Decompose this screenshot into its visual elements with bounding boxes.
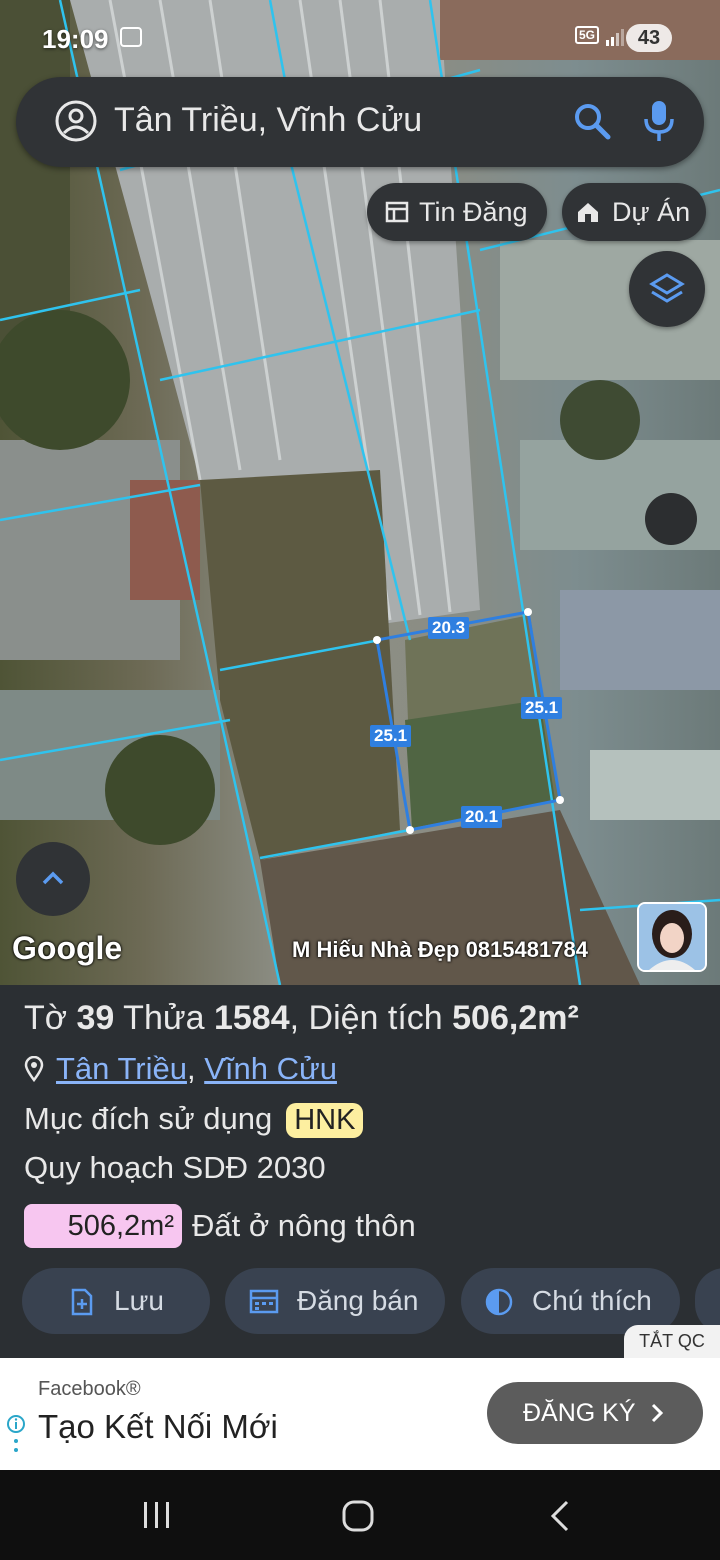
plan-type-label: Đất ở nông thôn <box>192 1208 416 1243</box>
sheet-number: 39 <box>76 999 115 1037</box>
layers-button[interactable] <box>629 251 705 327</box>
chevron-up-icon <box>42 871 64 885</box>
commune-link[interactable]: Tân Triều <box>56 1051 187 1086</box>
sheet-prefix: Tờ <box>24 999 77 1037</box>
status-time: 19:09 <box>42 24 109 54</box>
save-label: Lưu <box>114 1285 164 1316</box>
account-icon[interactable] <box>54 99 98 143</box>
location-line: Tân Triều, Vĩnh Cửu <box>24 1051 337 1087</box>
plan-label: Quy hoạch SDĐ 2030 <box>24 1150 326 1185</box>
purpose-label: Mục đích sử dụng <box>24 1101 273 1136</box>
screenshot-icon <box>120 27 142 47</box>
signal-icon <box>606 29 624 46</box>
ad-banner[interactable]: Facebook® Tạo Kết Nối Mới ĐĂNG KÝ <box>0 1358 720 1470</box>
add-file-icon <box>71 1288 93 1316</box>
location-separator: , <box>186 1051 196 1086</box>
map-view[interactable]: 20.3 25.1 25.1 20.1 19:09 5G 43 Tân Triề… <box>0 0 720 985</box>
area-prefix: , Diện tích <box>289 999 453 1037</box>
system-nav-bar <box>0 1470 720 1560</box>
ad-source: Facebook® <box>38 1378 141 1400</box>
expand-panel-button[interactable] <box>16 842 90 916</box>
ad-info-icon[interactable] <box>6 1414 26 1458</box>
measure-left-label: 25.1 <box>370 725 412 747</box>
measure-right-label: 25.1 <box>521 697 563 719</box>
floating-handle[interactable] <box>645 493 697 545</box>
purpose-line: Mục đích sử dụng HNK <box>24 1101 364 1138</box>
tin-dang-chip[interactable]: Tin Đăng <box>367 183 547 241</box>
plan-area-badge: 506,2m² <box>24 1204 182 1248</box>
battery-indicator: 43 <box>626 24 672 52</box>
home-icon[interactable] <box>340 1498 376 1534</box>
mic-icon[interactable] <box>642 99 676 143</box>
agent-avatar[interactable] <box>637 902 707 972</box>
du-an-label: Dự Án <box>612 197 691 227</box>
ad-cta-label: ĐĂNG KÝ <box>523 1399 636 1427</box>
location-pin-icon <box>24 1056 44 1082</box>
save-button[interactable]: Lưu <box>22 1268 210 1334</box>
layers-icon <box>649 273 685 303</box>
listing-icon <box>385 201 409 223</box>
plot-prefix: Thửa <box>114 999 214 1037</box>
legend-label: Chú thích <box>532 1285 652 1316</box>
parcel-title: Tờ 39 Thửa 1584, Diện tích 506,2m² <box>24 999 579 1038</box>
google-logo: Google <box>12 930 123 966</box>
search-bar[interactable]: Tân Triều, Vĩnh Cửu <box>16 77 704 167</box>
recent-apps-icon[interactable] <box>140 1498 174 1532</box>
post-sale-label: Đăng bán <box>297 1285 419 1316</box>
ad-cta-button[interactable]: ĐĂNG KÝ <box>487 1382 703 1444</box>
search-input[interactable]: Tân Triều, Vĩnh Cửu <box>114 101 422 140</box>
parcel-area: 506,2m² <box>452 999 579 1037</box>
plot-number: 1584 <box>213 999 290 1037</box>
measure-top-label: 20.3 <box>428 617 470 639</box>
measure-bottom-label: 20.1 <box>461 806 503 828</box>
du-an-chip[interactable]: Dự Án <box>562 183 706 241</box>
status-bar: 19:09 5G 43 <box>0 0 720 70</box>
post-sale-button[interactable]: Đăng bán <box>225 1268 445 1334</box>
parcel-info-panel: Tờ 39 Thửa 1584, Diện tích 506,2m² Tân T… <box>0 985 720 1357</box>
house-icon <box>578 203 598 222</box>
land-use-badge: HNK <box>286 1103 364 1138</box>
search-icon[interactable] <box>572 101 612 141</box>
back-icon[interactable] <box>545 1498 575 1534</box>
plan-area-line: 506,2m² Đất ở nông thôn <box>24 1204 416 1248</box>
network-label: 5G <box>575 26 600 44</box>
district-link[interactable]: Vĩnh Cửu <box>204 1051 337 1086</box>
chevron-right-icon <box>651 1403 663 1423</box>
contrast-icon <box>485 1288 513 1316</box>
ad-title: Tạo Kết Nối Mới <box>38 1408 278 1445</box>
calendar-icon <box>249 1289 279 1314</box>
tin-dang-label: Tin Đăng <box>419 197 528 227</box>
close-ad-button[interactable]: TẮT QC <box>624 1325 720 1358</box>
agent-contact-label: M Hiếu Nhà Đẹp 0815481784 <box>292 937 588 962</box>
